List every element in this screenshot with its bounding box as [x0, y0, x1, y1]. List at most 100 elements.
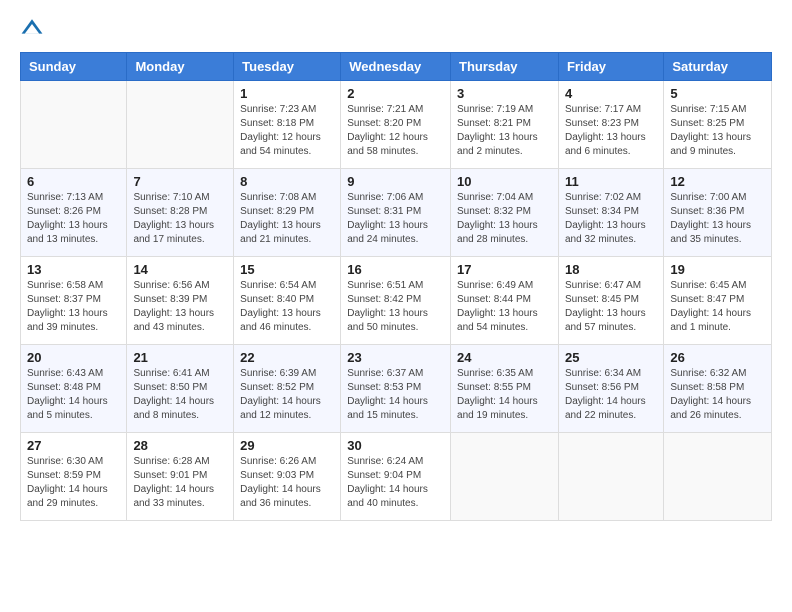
- weekday-header-wednesday: Wednesday: [341, 53, 451, 81]
- day-number: 9: [347, 174, 444, 189]
- day-info: Sunrise: 7:15 AM Sunset: 8:25 PM Dayligh…: [670, 103, 765, 159]
- day-number: 16: [347, 262, 444, 277]
- calendar-cell: 7 Sunrise: 7:10 AM Sunset: 8:28 PM Daylig…: [127, 169, 234, 257]
- weekday-header-saturday: Saturday: [664, 53, 772, 81]
- day-number: 24: [457, 350, 552, 365]
- calendar-cell: [127, 81, 234, 169]
- day-number: 12: [670, 174, 765, 189]
- weekday-header-tuesday: Tuesday: [234, 53, 341, 81]
- day-info: Sunrise: 6:51 AM Sunset: 8:42 PM Dayligh…: [347, 279, 444, 335]
- day-info: Sunrise: 6:39 AM Sunset: 8:52 PM Dayligh…: [240, 367, 334, 423]
- weekday-header-thursday: Thursday: [451, 53, 559, 81]
- weekday-header-sunday: Sunday: [21, 53, 127, 81]
- day-number: 27: [27, 438, 120, 453]
- weekday-header-row: SundayMondayTuesdayWednesdayThursdayFrid…: [21, 53, 772, 81]
- calendar-cell: 15 Sunrise: 6:54 AM Sunset: 8:40 PM Dayli…: [234, 257, 341, 345]
- calendar-cell: 21 Sunrise: 6:41 AM Sunset: 8:50 PM Dayli…: [127, 345, 234, 433]
- day-info: Sunrise: 6:49 AM Sunset: 8:44 PM Dayligh…: [457, 279, 552, 335]
- calendar-cell: 30 Sunrise: 6:24 AM Sunset: 9:04 PM Dayli…: [341, 433, 451, 521]
- calendar-cell: 11 Sunrise: 7:02 AM Sunset: 8:34 PM Dayli…: [558, 169, 663, 257]
- day-info: Sunrise: 7:04 AM Sunset: 8:32 PM Dayligh…: [457, 191, 552, 247]
- day-info: Sunrise: 6:43 AM Sunset: 8:48 PM Dayligh…: [27, 367, 120, 423]
- calendar-cell: 28 Sunrise: 6:28 AM Sunset: 9:01 PM Dayli…: [127, 433, 234, 521]
- day-info: Sunrise: 6:41 AM Sunset: 8:50 PM Dayligh…: [133, 367, 227, 423]
- day-number: 29: [240, 438, 334, 453]
- calendar-cell: 2 Sunrise: 7:21 AM Sunset: 8:20 PM Daylig…: [341, 81, 451, 169]
- day-number: 2: [347, 86, 444, 101]
- day-number: 13: [27, 262, 120, 277]
- calendar-cell: 17 Sunrise: 6:49 AM Sunset: 8:44 PM Dayli…: [451, 257, 559, 345]
- calendar-cell: 20Sunrise: 6:43 AM Sunset: 8:48 PM Dayli…: [21, 345, 127, 433]
- calendar-cell: 24 Sunrise: 6:35 AM Sunset: 8:55 PM Dayli…: [451, 345, 559, 433]
- day-info: Sunrise: 7:17 AM Sunset: 8:23 PM Dayligh…: [565, 103, 657, 159]
- day-number: 5: [670, 86, 765, 101]
- day-number: 1: [240, 86, 334, 101]
- day-info: Sunrise: 7:06 AM Sunset: 8:31 PM Dayligh…: [347, 191, 444, 247]
- day-number: 17: [457, 262, 552, 277]
- day-info: Sunrise: 7:13 AM Sunset: 8:26 PM Dayligh…: [27, 191, 120, 247]
- weekday-header-friday: Friday: [558, 53, 663, 81]
- calendar-week-row: 13 Sunrise: 6:58 AM Sunset: 8:37 PM Dayli…: [21, 257, 772, 345]
- day-info: Sunrise: 6:37 AM Sunset: 8:53 PM Dayligh…: [347, 367, 444, 423]
- calendar-week-row: 1 Sunrise: 7:23 AM Sunset: 8:18 PM Daylig…: [21, 81, 772, 169]
- day-info: Sunrise: 7:19 AM Sunset: 8:21 PM Dayligh…: [457, 103, 552, 159]
- day-info: Sunrise: 6:45 AM Sunset: 8:47 PM Dayligh…: [670, 279, 765, 335]
- day-number: 18: [565, 262, 657, 277]
- calendar-cell: 10 Sunrise: 7:04 AM Sunset: 8:32 PM Dayli…: [451, 169, 559, 257]
- day-number: 30: [347, 438, 444, 453]
- day-number: 25: [565, 350, 657, 365]
- day-number: 26: [670, 350, 765, 365]
- day-number: 11: [565, 174, 657, 189]
- day-number: 7: [133, 174, 227, 189]
- calendar-cell: 23Sunrise: 6:37 AM Sunset: 8:53 PM Dayli…: [341, 345, 451, 433]
- day-info: Sunrise: 6:24 AM Sunset: 9:04 PM Dayligh…: [347, 455, 444, 511]
- day-info: Sunrise: 7:00 AM Sunset: 8:36 PM Dayligh…: [670, 191, 765, 247]
- day-number: 14: [133, 262, 227, 277]
- calendar-cell: [451, 433, 559, 521]
- day-info: Sunrise: 6:54 AM Sunset: 8:40 PM Dayligh…: [240, 279, 334, 335]
- calendar-week-row: 27Sunrise: 6:30 AM Sunset: 8:59 PM Dayli…: [21, 433, 772, 521]
- calendar-week-row: 6 Sunrise: 7:13 AM Sunset: 8:26 PM Daylig…: [21, 169, 772, 257]
- header: [20, 16, 772, 40]
- calendar-cell: 9 Sunrise: 7:06 AM Sunset: 8:31 PM Daylig…: [341, 169, 451, 257]
- calendar-cell: 29Sunrise: 6:26 AM Sunset: 9:03 PM Dayli…: [234, 433, 341, 521]
- calendar-cell: 19Sunrise: 6:45 AM Sunset: 8:47 PM Dayli…: [664, 257, 772, 345]
- calendar-cell: 16 Sunrise: 6:51 AM Sunset: 8:42 PM Dayli…: [341, 257, 451, 345]
- logo: [20, 16, 48, 40]
- day-info: Sunrise: 6:34 AM Sunset: 8:56 PM Dayligh…: [565, 367, 657, 423]
- day-number: 28: [133, 438, 227, 453]
- day-info: Sunrise: 6:35 AM Sunset: 8:55 PM Dayligh…: [457, 367, 552, 423]
- calendar-cell: 26 Sunrise: 6:32 AM Sunset: 8:58 PM Dayli…: [664, 345, 772, 433]
- calendar-cell: 27Sunrise: 6:30 AM Sunset: 8:59 PM Dayli…: [21, 433, 127, 521]
- calendar-cell: 22 Sunrise: 6:39 AM Sunset: 8:52 PM Dayli…: [234, 345, 341, 433]
- day-info: Sunrise: 6:47 AM Sunset: 8:45 PM Dayligh…: [565, 279, 657, 335]
- day-info: Sunrise: 7:10 AM Sunset: 8:28 PM Dayligh…: [133, 191, 227, 247]
- day-number: 22: [240, 350, 334, 365]
- day-number: 21: [133, 350, 227, 365]
- day-number: 10: [457, 174, 552, 189]
- weekday-header-monday: Monday: [127, 53, 234, 81]
- calendar-cell: 1 Sunrise: 7:23 AM Sunset: 8:18 PM Daylig…: [234, 81, 341, 169]
- day-number: 8: [240, 174, 334, 189]
- calendar-cell: [21, 81, 127, 169]
- calendar-cell: 5 Sunrise: 7:15 AM Sunset: 8:25 PM Daylig…: [664, 81, 772, 169]
- calendar-cell: 13 Sunrise: 6:58 AM Sunset: 8:37 PM Dayli…: [21, 257, 127, 345]
- calendar-week-row: 20Sunrise: 6:43 AM Sunset: 8:48 PM Dayli…: [21, 345, 772, 433]
- day-info: Sunrise: 7:21 AM Sunset: 8:20 PM Dayligh…: [347, 103, 444, 159]
- calendar-cell: 8 Sunrise: 7:08 AM Sunset: 8:29 PM Daylig…: [234, 169, 341, 257]
- day-info: Sunrise: 7:23 AM Sunset: 8:18 PM Dayligh…: [240, 103, 334, 159]
- calendar-cell: [664, 433, 772, 521]
- day-info: Sunrise: 7:02 AM Sunset: 8:34 PM Dayligh…: [565, 191, 657, 247]
- calendar-cell: 25 Sunrise: 6:34 AM Sunset: 8:56 PM Dayli…: [558, 345, 663, 433]
- day-number: 6: [27, 174, 120, 189]
- calendar-cell: 12 Sunrise: 7:00 AM Sunset: 8:36 PM Dayli…: [664, 169, 772, 257]
- day-info: Sunrise: 6:28 AM Sunset: 9:01 PM Dayligh…: [133, 455, 227, 511]
- day-number: 15: [240, 262, 334, 277]
- day-info: Sunrise: 6:56 AM Sunset: 8:39 PM Dayligh…: [133, 279, 227, 335]
- calendar-cell: 3Sunrise: 7:19 AM Sunset: 8:21 PM Daylig…: [451, 81, 559, 169]
- day-info: Sunrise: 7:08 AM Sunset: 8:29 PM Dayligh…: [240, 191, 334, 247]
- day-info: Sunrise: 6:32 AM Sunset: 8:58 PM Dayligh…: [670, 367, 765, 423]
- calendar-cell: 14 Sunrise: 6:56 AM Sunset: 8:39 PM Dayli…: [127, 257, 234, 345]
- page: SundayMondayTuesdayWednesdayThursdayFrid…: [0, 0, 792, 612]
- day-info: Sunrise: 6:58 AM Sunset: 8:37 PM Dayligh…: [27, 279, 120, 335]
